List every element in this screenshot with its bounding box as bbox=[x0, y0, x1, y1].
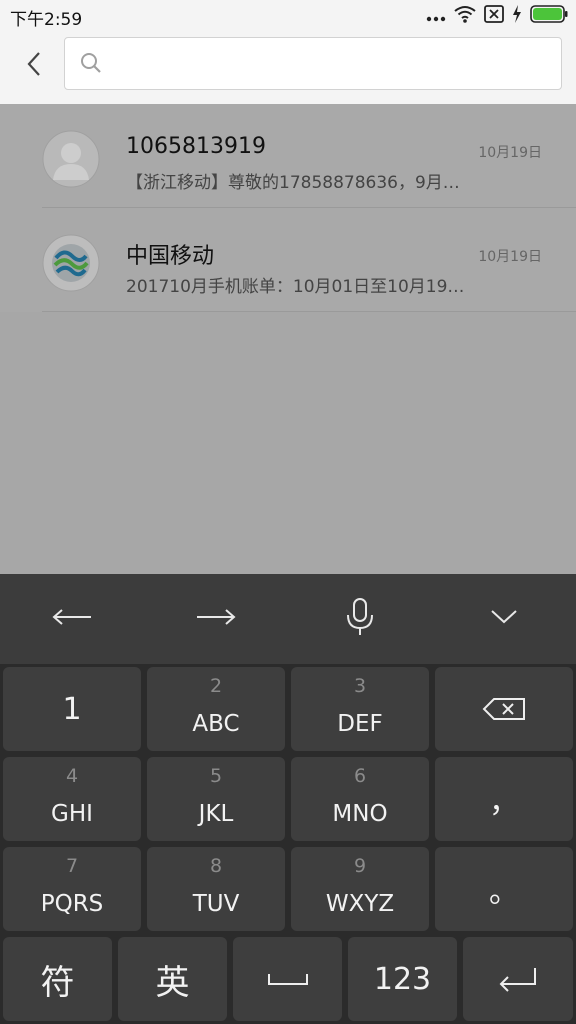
english-key[interactable]: 英 bbox=[118, 937, 227, 1021]
key-digit: 4 bbox=[65, 765, 79, 787]
key-9-wxyz[interactable]: 9 WXYZ bbox=[291, 847, 429, 931]
key-2-abc[interactable]: 2 ABC bbox=[147, 667, 285, 751]
key-label: 符 bbox=[40, 962, 75, 1003]
key-letters: ABC bbox=[192, 711, 240, 737]
left-arrow-icon bbox=[51, 607, 93, 631]
more-dots-icon bbox=[426, 7, 446, 26]
comma-key[interactable]: ， bbox=[435, 757, 573, 841]
key-5-jkl[interactable]: 5 JKL bbox=[147, 757, 285, 841]
chevron-down-icon bbox=[490, 609, 518, 629]
conversation-date: 10月19日 bbox=[478, 145, 542, 161]
chevron-left-icon bbox=[26, 51, 42, 81]
key-letters: GHI bbox=[51, 801, 93, 827]
key-3-def[interactable]: 3 DEF bbox=[291, 667, 429, 751]
key-digit: 5 bbox=[209, 765, 223, 787]
divider bbox=[42, 311, 576, 312]
key-letters: WXYZ bbox=[325, 891, 395, 917]
default-person-avatar-icon bbox=[42, 130, 100, 188]
key-label: 。 bbox=[489, 875, 519, 910]
status-time: 下午2:59 bbox=[10, 10, 83, 30]
key-letters: TUV bbox=[192, 891, 240, 917]
key-digit: 7 bbox=[65, 855, 79, 877]
status-bar: 下午2:59 bbox=[0, 0, 576, 32]
microphone-icon bbox=[345, 597, 375, 641]
conversation-item[interactable]: 1065813919 【浙江移动】尊敬的17858878636，9月… 10月1… bbox=[0, 104, 576, 208]
search-box[interactable] bbox=[64, 37, 562, 90]
right-arrow-icon bbox=[195, 607, 237, 631]
conversation-item[interactable]: 中国移动 201710月手机账单：10月01日至10月19… 10月19日 bbox=[0, 208, 576, 312]
symbols-key[interactable]: 符 bbox=[3, 937, 112, 1021]
search-header bbox=[0, 32, 576, 105]
search-icon bbox=[79, 51, 103, 79]
conversation-list: 1065813919 【浙江移动】尊敬的17858878636，9月… 10月1… bbox=[0, 104, 576, 312]
key-digit: 6 bbox=[353, 765, 367, 787]
key-4-ghi[interactable]: 4 GHI bbox=[3, 757, 141, 841]
key-6-mno[interactable]: 6 MNO bbox=[291, 757, 429, 841]
conversation-date: 10月19日 bbox=[478, 249, 542, 265]
search-input[interactable] bbox=[113, 46, 547, 82]
voice-input-button[interactable] bbox=[288, 574, 432, 664]
key-label: ， bbox=[489, 785, 519, 820]
conversation-name: 中国移动 bbox=[126, 244, 215, 269]
key-letters: JKL bbox=[198, 801, 234, 827]
status-icons bbox=[426, 5, 568, 27]
key-letters: MNO bbox=[332, 801, 388, 827]
keyboard-toolbar bbox=[0, 574, 576, 664]
wifi-icon bbox=[454, 5, 476, 27]
key-digit: 2 bbox=[209, 675, 223, 697]
enter-key[interactable] bbox=[463, 937, 573, 1021]
key-digit: 8 bbox=[209, 855, 223, 877]
key-label: 123 bbox=[373, 961, 432, 997]
key-label: 英 bbox=[155, 962, 190, 1003]
battery-icon bbox=[530, 5, 568, 27]
key-7-pqrs[interactable]: 7 PQRS bbox=[3, 847, 141, 931]
backspace-icon bbox=[435, 667, 573, 751]
conversation-snippet: 201710月手机账单：10月01日至10月19… bbox=[126, 277, 465, 297]
key-digit: 9 bbox=[353, 855, 367, 877]
charging-icon bbox=[512, 5, 522, 27]
key-1[interactable]: 1 bbox=[3, 667, 141, 751]
backspace-key[interactable] bbox=[435, 667, 573, 751]
hide-keyboard-button[interactable] bbox=[432, 574, 576, 664]
no-sim-icon bbox=[484, 5, 504, 27]
space-bar-icon bbox=[233, 937, 342, 1021]
period-key[interactable]: 。 bbox=[435, 847, 573, 931]
cursor-left-button[interactable] bbox=[0, 574, 144, 664]
china-mobile-logo-icon bbox=[42, 234, 100, 292]
conversation-name: 1065813919 bbox=[126, 134, 266, 159]
key-letters: DEF bbox=[337, 711, 383, 737]
cursor-right-button[interactable] bbox=[144, 574, 288, 664]
key-letters: PQRS bbox=[40, 891, 104, 917]
key-8-tuv[interactable]: 8 TUV bbox=[147, 847, 285, 931]
numeric-key[interactable]: 123 bbox=[348, 937, 457, 1021]
keyboard: 1 2 ABC 3 DEF 4 GHI 5 JKL 6 MNO ， 7 PQRS… bbox=[0, 574, 576, 1024]
return-icon bbox=[463, 937, 573, 1021]
space-key[interactable] bbox=[233, 937, 342, 1021]
conversation-snippet: 【浙江移动】尊敬的17858878636，9月… bbox=[126, 173, 460, 193]
back-button[interactable] bbox=[14, 46, 54, 86]
key-label: 1 bbox=[62, 691, 82, 727]
key-digit: 3 bbox=[353, 675, 367, 697]
